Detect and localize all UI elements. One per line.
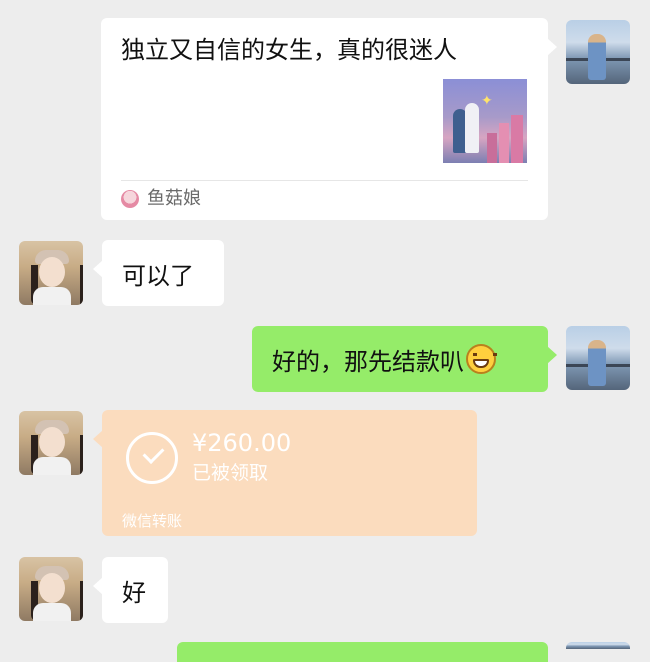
link-card-message[interactable]: 独立又自信的女生，真的很迷人 ✦ 鱼菇娘 [101,18,557,220]
contact-avatar[interactable] [19,241,83,305]
sent-message-partial[interactable] [177,642,548,662]
source-avatar-icon [121,190,139,208]
sent-message[interactable]: 好的，那先结款叭 [252,326,557,392]
link-card-thumbnail: ✦ [443,79,527,163]
message-text: 可以了 [122,261,194,290]
message-text-content: 好的，那先结款叭 [272,347,464,376]
transfer-status: 已被领取 [192,462,269,484]
check-circle-icon [126,432,178,484]
transfer-message[interactable]: ¥260.00 已被领取 微信转账 [93,410,477,536]
link-card-divider [121,180,528,181]
my-avatar[interactable] [566,20,630,84]
message-text: 好 [122,578,146,607]
my-avatar[interactable] [566,326,630,390]
link-card-title: 独立又自信的女生，真的很迷人 [121,36,457,64]
grin-emoji-icon [466,344,497,374]
transfer-amount: ¥260.00 [192,429,292,457]
message-text: 好的，那先结款叭 [272,326,497,392]
received-message[interactable]: 好 [93,557,168,623]
transfer-label: 微信转账 [122,512,183,530]
link-card-source: 鱼菇娘 [147,188,201,209]
contact-avatar[interactable] [19,557,83,621]
my-avatar[interactable] [566,642,630,649]
received-message[interactable]: 可以了 [93,240,224,306]
contact-avatar[interactable] [19,411,83,475]
